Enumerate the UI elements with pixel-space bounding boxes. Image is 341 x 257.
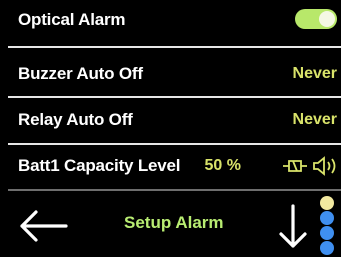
page-indicator	[314, 196, 341, 257]
relay-auto-off-value: Never	[292, 111, 337, 128]
optical-alarm-toggle[interactable]	[295, 9, 337, 29]
divider	[8, 96, 341, 98]
batt1-alarm-icons	[283, 156, 336, 176]
left-arrow-icon[interactable]	[14, 206, 72, 246]
buzzer-auto-off-value: Never	[292, 65, 337, 82]
divider	[8, 46, 341, 48]
screen-title: Setup Alarm	[124, 213, 224, 232]
relay-icon	[283, 160, 307, 172]
page-dot	[320, 211, 334, 225]
page-dot	[320, 226, 334, 240]
footer-bar: Setup Alarm	[0, 196, 341, 257]
optical-alarm-row[interactable]: Optical Alarm	[0, 0, 341, 40]
down-arrow-icon[interactable]	[278, 202, 308, 252]
buzzer-auto-off-label: Buzzer Auto Off	[18, 64, 143, 83]
divider	[8, 143, 341, 145]
setup-alarm-screen: Optical Alarm Buzzer Auto Off Never Rela…	[0, 0, 341, 257]
page-dot-active	[320, 196, 334, 210]
batt1-capacity-value: 50 %	[204, 157, 241, 174]
batt1-capacity-label: Batt1 Capacity Level	[18, 156, 181, 175]
divider	[8, 189, 341, 191]
buzzer-auto-off-row[interactable]: Buzzer Auto Off Never	[0, 54, 341, 94]
batt1-capacity-row[interactable]: Batt1 Capacity Level 50 %	[0, 146, 341, 186]
relay-auto-off-label: Relay Auto Off	[18, 110, 133, 129]
optical-alarm-label: Optical Alarm	[18, 10, 126, 29]
speaker-icon	[313, 156, 336, 176]
relay-auto-off-row[interactable]: Relay Auto Off Never	[0, 100, 341, 140]
toggle-knob	[319, 11, 335, 27]
page-dot	[320, 241, 334, 255]
